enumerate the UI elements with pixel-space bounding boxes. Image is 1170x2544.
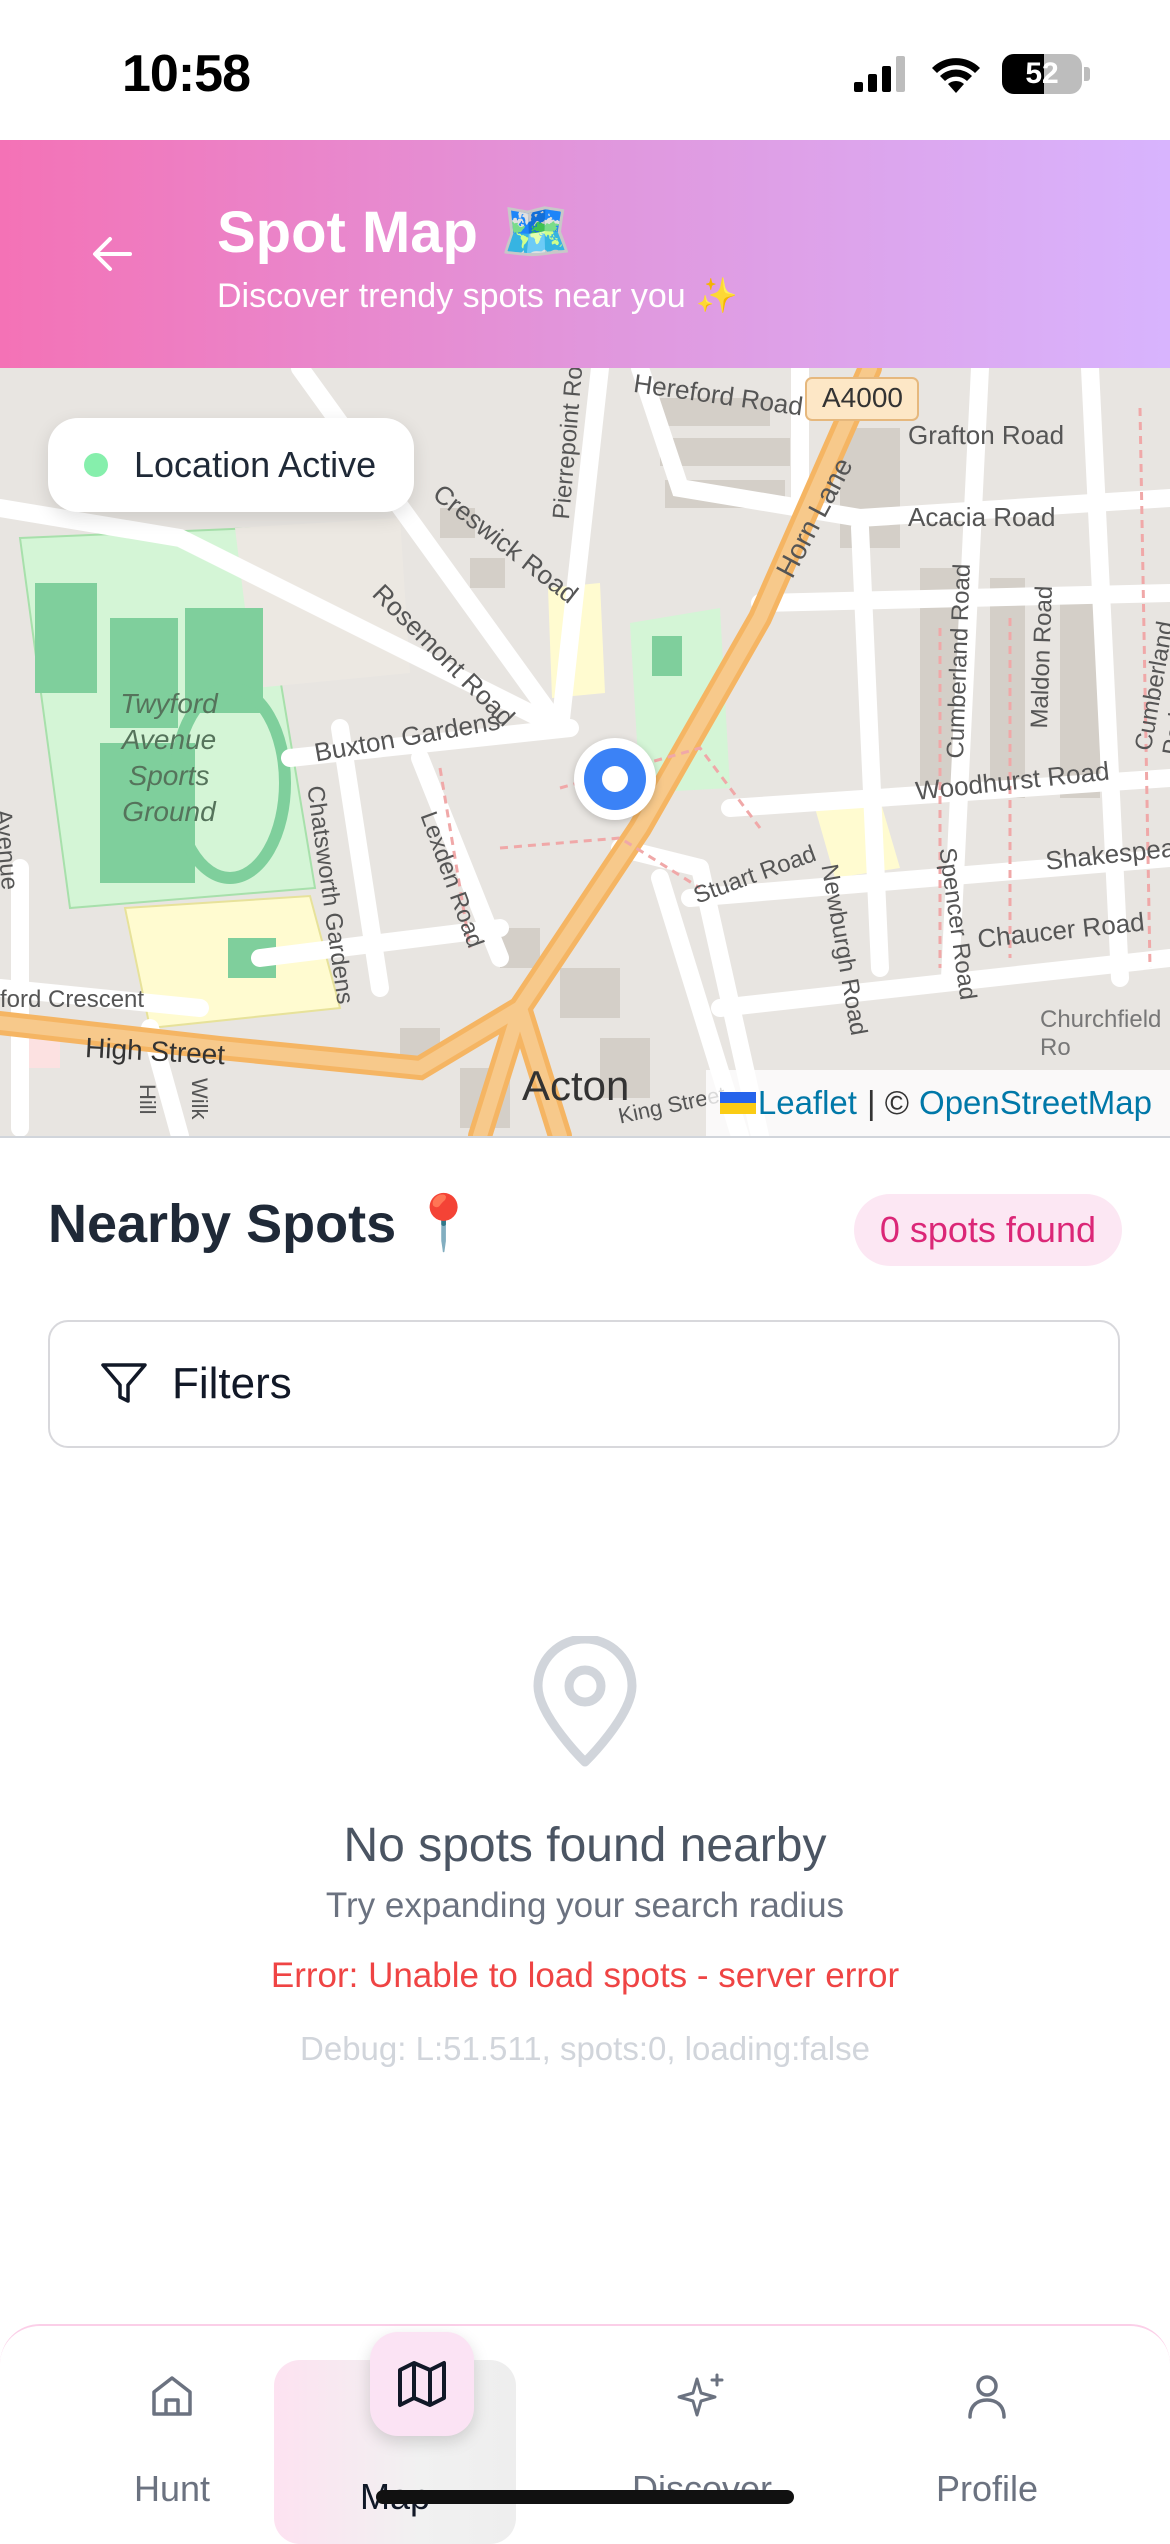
location-status-badge: Location Active xyxy=(48,418,415,512)
map-icon[interactable] xyxy=(370,2332,474,2436)
page-subtitle: Discover trendy spots near you ✨ xyxy=(217,276,738,316)
home-indicator[interactable] xyxy=(376,2490,794,2504)
nav-label-profile: Profile xyxy=(935,2468,1039,2509)
location-status-text: Location Active xyxy=(134,444,377,485)
page-title: Spot Map 🗺️ xyxy=(217,198,572,266)
ukraine-flag-icon xyxy=(719,1092,756,1114)
spots-count-badge: 0 spots found xyxy=(853,1194,1122,1266)
attribution-separator: | © xyxy=(866,1084,910,1121)
nav-label-hunt: Hunt xyxy=(133,2468,211,2509)
pin-emoji-icon: 📍 xyxy=(410,1193,478,1253)
filters-label: Filters xyxy=(172,1359,292,1408)
filter-icon xyxy=(101,1363,147,1403)
map-label-hill: Hill xyxy=(135,1084,160,1115)
filters-button[interactable]: Filters xyxy=(48,1320,1120,1448)
cellular-signal-icon xyxy=(854,56,905,92)
empty-state-title: No spots found nearby xyxy=(343,1819,827,1872)
sparkles-icon xyxy=(672,2366,732,2426)
nearby-spots-title: Nearby Spots 📍 xyxy=(48,1192,477,1255)
battery-cap xyxy=(1084,67,1090,81)
map-label-grafton-road: Grafton Road xyxy=(908,420,1065,450)
status-bar: 10:58 52 xyxy=(0,0,1170,140)
page-title-text: Spot Map xyxy=(217,199,478,265)
map-label-acacia-road: Acacia Road xyxy=(908,502,1056,532)
map-attribution: Leaflet | © OpenStreetMap xyxy=(705,1070,1170,1136)
debug-info: Debug: L:51.511, spots:0, loading:false xyxy=(300,2030,870,2067)
user-icon xyxy=(957,2366,1017,2426)
status-dot-icon xyxy=(84,453,108,477)
leaflet-link[interactable]: Leaflet xyxy=(758,1084,857,1122)
battery-icon: 52 xyxy=(1002,54,1082,94)
back-button[interactable] xyxy=(80,222,144,286)
sparkle-emoji-icon: ✨ xyxy=(695,277,739,315)
empty-state-subtitle: Try expanding your search radius xyxy=(325,1886,845,1925)
home-icon xyxy=(142,2366,202,2426)
map-label-ford-crescent: ford Crescent xyxy=(0,986,145,1013)
wifi-icon xyxy=(932,58,980,93)
status-time: 10:58 xyxy=(122,45,251,103)
openstreetmap-link[interactable]: OpenStreetMap xyxy=(919,1084,1152,1122)
map-label-a4000: A4000 xyxy=(822,382,903,413)
map-pin-icon xyxy=(533,1636,637,1767)
error-message: Error: Unable to load spots - server err… xyxy=(270,1956,900,1995)
map-label-twyford: Twyford Avenue Sports Ground xyxy=(120,688,218,827)
map-label-churchfield-road: Churchfield Ro xyxy=(1040,1006,1162,1061)
nav-item-hunt[interactable]: Hunt xyxy=(52,2326,292,2534)
map-label-maldon-road: Maldon Road xyxy=(1026,585,1058,729)
arrow-left-icon xyxy=(93,237,132,271)
map-label-wilk: Wilk xyxy=(187,1078,212,1120)
map-emoji-icon: 🗺️ xyxy=(499,199,573,264)
current-location-marker[interactable] xyxy=(574,738,656,820)
status-icons: 52 xyxy=(854,54,1090,94)
nearby-spots-title-text: Nearby Spots xyxy=(48,1193,397,1254)
nav-item-profile[interactable]: Profile xyxy=(867,2326,1107,2534)
map-label-acton: Acton xyxy=(522,1062,630,1109)
page-subtitle-text: Discover trendy spots near you xyxy=(217,276,686,315)
page-header: Spot Map 🗺️ Discover trendy spots near y… xyxy=(0,140,1170,368)
battery-percent: 52 xyxy=(1025,57,1059,90)
spot-map[interactable]: Hereford Road A4000 Grafton Road Acacia … xyxy=(0,368,1170,1138)
